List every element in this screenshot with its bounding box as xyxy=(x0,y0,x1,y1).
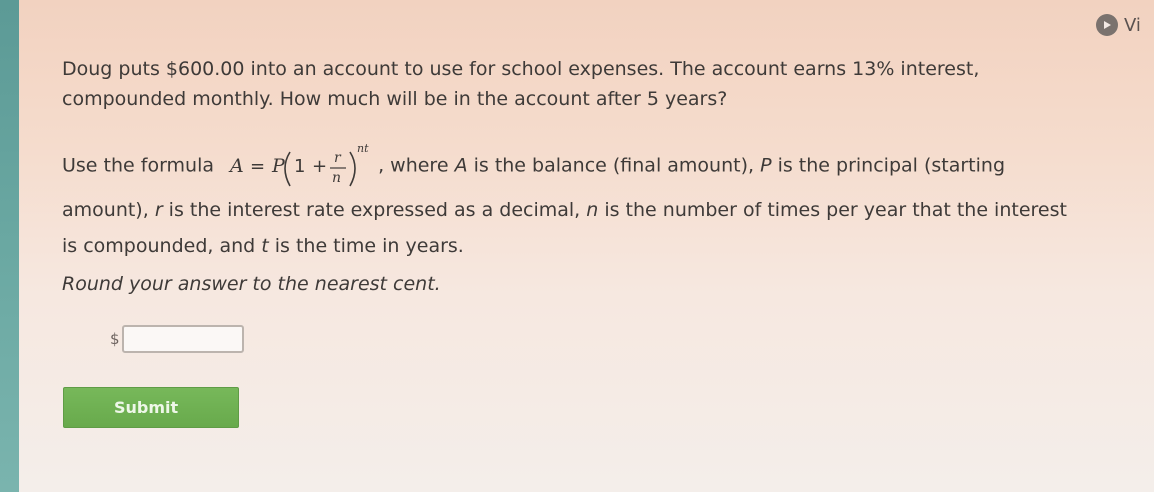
var-t: t xyxy=(261,235,269,257)
desc-r: is the interest rate expressed as a deci… xyxy=(162,199,587,221)
submit-button[interactable]: Submit xyxy=(63,387,239,428)
round-instruction: Round your answer to the nearest cent. xyxy=(62,273,441,295)
formula-one: 1 xyxy=(294,156,305,177)
var-P: P xyxy=(760,154,772,177)
formula-after-text: , where xyxy=(378,154,455,177)
video-button[interactable]: Vi xyxy=(1096,14,1141,36)
left-accent-strip xyxy=(0,0,19,492)
formula-n: n xyxy=(332,170,341,186)
var-n: n xyxy=(586,199,599,221)
question-text: Doug puts $600.00 into an account to use… xyxy=(62,58,980,110)
formula-A: A xyxy=(228,155,244,177)
formula-r: r xyxy=(334,150,342,166)
var-A: A xyxy=(454,154,468,177)
var-r: r xyxy=(154,199,163,221)
formula-lead-text: Use the formula xyxy=(62,154,215,177)
desc-A: is the balance (final amount), xyxy=(467,154,761,177)
formula-paragraph: Use the formula A = P 1 + r n nt , where… xyxy=(62,140,1072,264)
answer-input[interactable] xyxy=(121,325,244,353)
desc-t: is the time in years. xyxy=(268,235,464,257)
formula-P: P xyxy=(271,155,286,177)
play-icon xyxy=(1096,14,1118,36)
video-label: Vi xyxy=(1124,14,1141,36)
compound-interest-formula: A = P 1 + r n nt xyxy=(224,140,374,192)
formula-plus: + xyxy=(312,156,327,177)
answer-row: $ xyxy=(110,325,244,353)
formula-exponent: nt xyxy=(357,142,369,155)
formula-equals: = xyxy=(250,156,265,177)
currency-symbol: $ xyxy=(110,330,120,348)
